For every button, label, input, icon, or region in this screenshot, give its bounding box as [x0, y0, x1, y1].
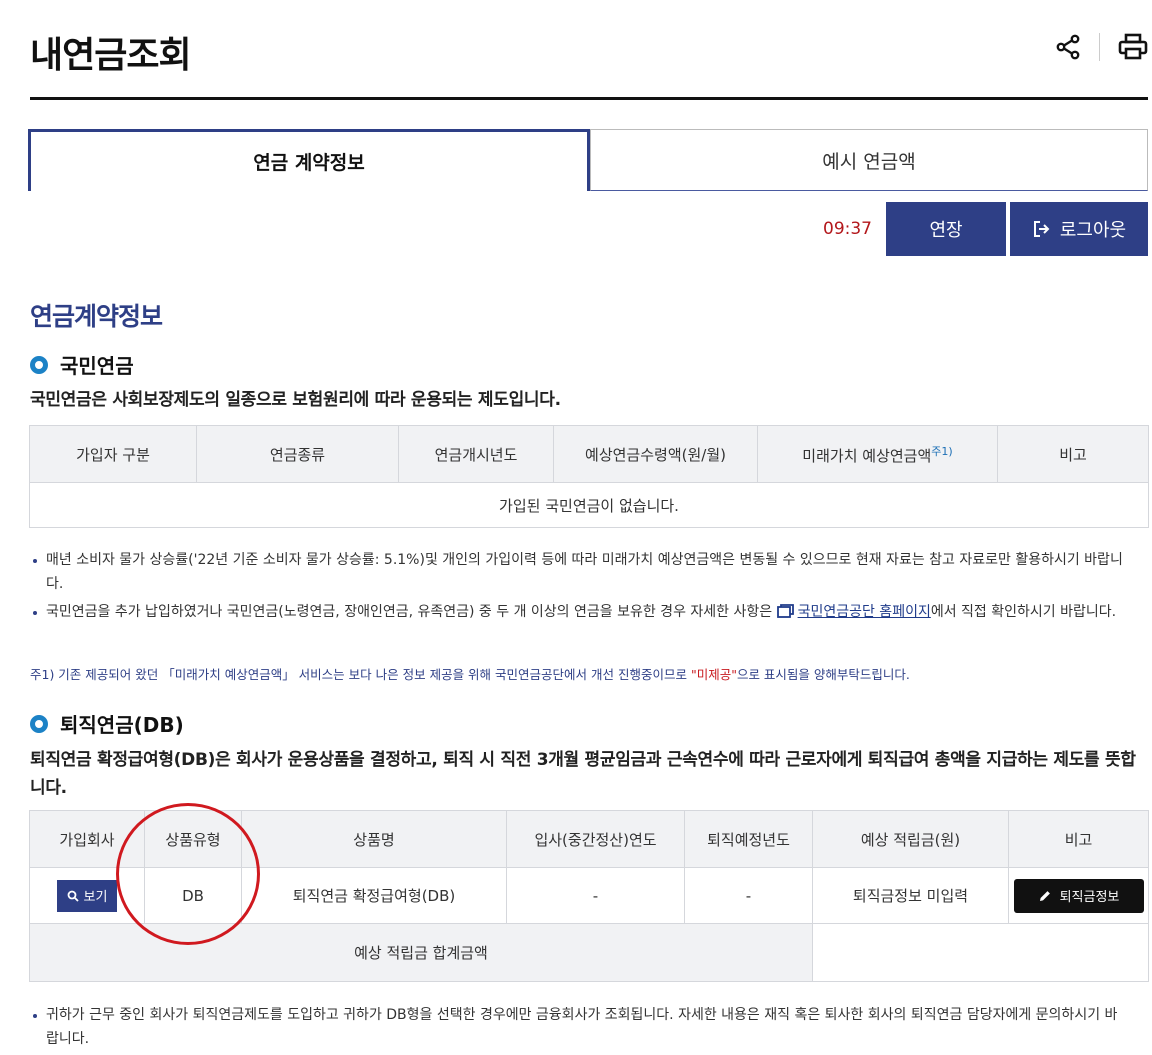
- national-pension-desc: 국민연금은 사회보장제도의 일종으로 보험원리에 따라 운용되는 제도입니다.: [30, 390, 561, 410]
- total-value: [812, 923, 1149, 982]
- divider: [1099, 33, 1100, 61]
- national-pension-title: 국민연금: [60, 354, 134, 378]
- total-label: 예상 적립금 합계금액: [29, 923, 813, 982]
- national-pension-heading: 국민연금: [30, 350, 134, 379]
- column-header: 가입회사: [29, 810, 145, 868]
- external-link-icon: [776, 604, 794, 618]
- tab-bar: 연금 계약정보 예시 연금액: [28, 129, 1148, 191]
- product-type-cell: DB: [144, 867, 242, 924]
- retirement-info-button[interactable]: 퇴직금정보: [1013, 878, 1144, 913]
- footnote-highlight: "미제공": [690, 667, 737, 682]
- action-cell: 퇴직금정보: [1008, 867, 1149, 924]
- column-header: 비고: [997, 425, 1149, 483]
- column-header: 상품유형: [144, 810, 242, 868]
- print-icon: [1118, 33, 1148, 60]
- tab-contract-info[interactable]: 연금 계약정보: [28, 129, 590, 191]
- note-item: 매년 소비자 물가 상승률('22년 기준 소비자 물가 상승률: 5.1%)및…: [30, 548, 1130, 596]
- footnote-mark: 주1): [931, 444, 953, 458]
- column-header: 예상 적립금(원): [812, 810, 1009, 868]
- amount-cell: 퇴직금정보 미입력: [812, 867, 1009, 924]
- retirement-pension-title: 퇴직연금(DB): [60, 713, 184, 737]
- extend-button[interactable]: 연장: [886, 202, 1006, 256]
- table-total-row: 예상 적립금 합계금액: [29, 923, 1149, 982]
- table-row: 보기 DB 퇴직연금 확정급여형(DB) - - 퇴직금정보 미입력 퇴직금정보: [29, 867, 1149, 924]
- title-divider: [30, 97, 1148, 100]
- column-header-future-value: 미래가치 예상연금액주1): [757, 425, 998, 483]
- section-title: 연금계약정보: [30, 302, 163, 331]
- retirement-info-label: 퇴직금정보: [1059, 890, 1120, 905]
- column-header: 퇴직예정년도: [684, 810, 813, 868]
- table-header-row: 가입자 구분 연금종류 연금개시년도 예상연금수령액(원/월) 미래가치 예상연…: [29, 425, 1149, 483]
- table-header-row: 가입회사 상품유형 상품명 입사(중간정산)연도 퇴직예정년도 예상 적립금(원…: [29, 810, 1149, 868]
- retirement-pension-desc: 퇴직연금 확정급여형(DB)은 회사가 운용상품을 결정하고, 퇴직 시 직전 …: [30, 750, 1136, 798]
- share-button[interactable]: [1053, 32, 1083, 62]
- pencil-icon: [1039, 890, 1050, 901]
- note-item: 귀하가 근무 중인 회사가 퇴직연금제도를 도입하고 귀하가 DB형을 선택한 …: [30, 1003, 1130, 1051]
- logout-button[interactable]: 로그아웃: [1010, 202, 1148, 256]
- search-icon: [67, 890, 79, 902]
- tab-example-pension[interactable]: 예시 연금액: [590, 129, 1148, 191]
- session-bar: 09:37 연장 로그아웃: [823, 202, 1148, 256]
- retirement-pension-notes: 귀하가 근무 중인 회사가 퇴직연금제도를 도입하고 귀하가 DB형을 선택한 …: [30, 1003, 1130, 1055]
- view-company-button[interactable]: 보기: [57, 879, 117, 912]
- column-header: 연금개시년도: [398, 425, 554, 483]
- footnote-text: 으로 표시됨을 양해부탁드립니다.: [736, 667, 910, 682]
- retirement-pension-heading: 퇴직연금(DB): [30, 709, 184, 738]
- national-pension-notes: 매년 소비자 물가 상승률('22년 기준 소비자 물가 상승률: 5.1%)및…: [30, 548, 1130, 628]
- print-button[interactable]: [1118, 32, 1148, 62]
- bullet-icon: [30, 714, 48, 733]
- join-year-cell: -: [506, 867, 685, 924]
- view-label: 보기: [83, 890, 108, 905]
- note-text: 에서 직접 확인하시기 바랍니다.: [930, 604, 1117, 620]
- footnote: 주1) 기존 제공되어 왔던 「미래가치 예상연금액」 서비스는 보다 나은 정…: [30, 664, 910, 683]
- company-cell: 보기: [29, 867, 145, 924]
- product-name-cell: 퇴직연금 확정급여형(DB): [241, 867, 507, 924]
- logout-label: 로그아웃: [1059, 220, 1127, 241]
- share-icon: [1056, 34, 1080, 60]
- title-actions: [1053, 32, 1148, 62]
- retirement-pension-table: 가입회사 상품유형 상품명 입사(중간정산)연도 퇴직예정년도 예상 적립금(원…: [29, 810, 1149, 982]
- page-title: 내연금조회: [30, 35, 192, 76]
- retire-year-cell: -: [684, 867, 813, 924]
- column-header: 가입자 구분: [29, 425, 197, 483]
- bullet-icon: [30, 355, 48, 374]
- national-pension-table: 가입자 구분 연금종류 연금개시년도 예상연금수령액(원/월) 미래가치 예상연…: [29, 425, 1149, 528]
- session-timer: 09:37: [823, 219, 872, 239]
- table-row: 가입된 국민연금이 없습니다.: [29, 482, 1149, 528]
- note-item: 국민연금을 추가 납입하였거나 국민연금(노령연금, 장애인연금, 유족연금) …: [30, 600, 1130, 624]
- column-header: 입사(중간정산)연도: [506, 810, 685, 868]
- footnote-text: 주1) 기존 제공되어 왔던 「미래가치 예상연금액」 서비스는 보다 나은 정…: [30, 667, 687, 682]
- column-header: 상품명: [241, 810, 507, 868]
- column-header: 연금종류: [196, 425, 399, 483]
- empty-message: 가입된 국민연금이 없습니다.: [29, 482, 1149, 528]
- column-header: 예상연금수령액(원/월): [553, 425, 758, 483]
- note-text: 국민연금을 추가 납입하였거나 국민연금(노령연금, 장애인연금, 유족연금) …: [46, 604, 773, 620]
- column-header: 비고: [1008, 810, 1149, 868]
- column-header-label: 미래가치 예상연금액: [802, 446, 932, 465]
- logout-icon: [1033, 221, 1050, 237]
- nps-homepage-link[interactable]: 국민연금공단 홈페이지: [798, 604, 931, 620]
